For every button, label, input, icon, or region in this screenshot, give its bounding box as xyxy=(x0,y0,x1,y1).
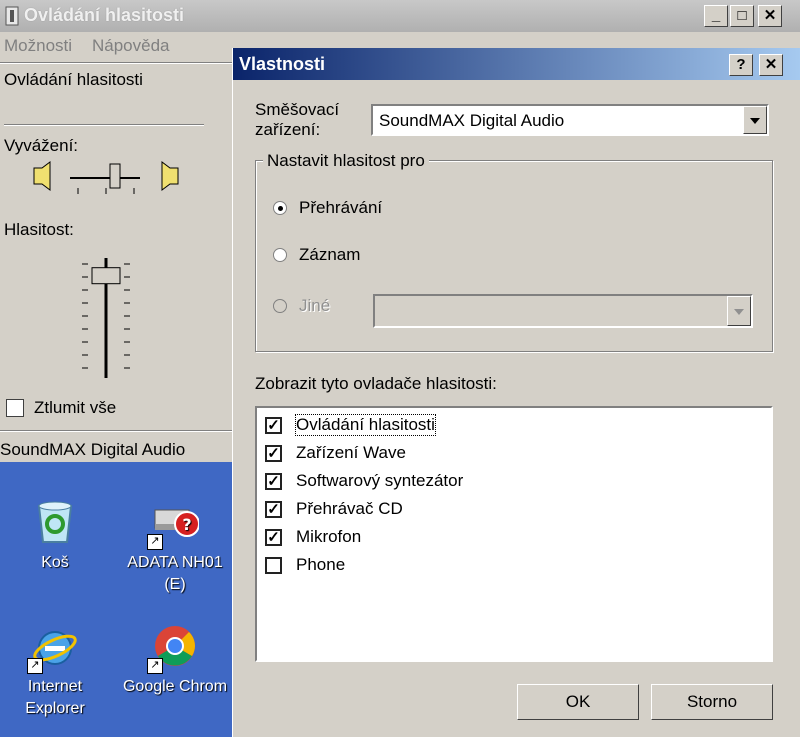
unknown-drive-icon: ? ↗ xyxy=(147,498,200,550)
radio-playback[interactable]: Přehrávání xyxy=(273,198,382,218)
list-item[interactable]: ✓ Zařízení Wave xyxy=(265,440,406,466)
menu-options[interactable]: Možnosti xyxy=(4,36,72,56)
mixer-device-value: SoundMAX Digital Audio xyxy=(379,111,565,130)
list-item[interactable]: ✓ Ovládání hlasitosti xyxy=(265,412,436,438)
chrome-icon: ↗ xyxy=(147,622,199,674)
recycle-bin-label: Koš xyxy=(41,554,69,571)
balance-slider[interactable] xyxy=(30,160,190,204)
cancel-button[interactable]: Storno xyxy=(651,684,773,720)
ok-button[interactable]: OK xyxy=(517,684,639,720)
list-item-label: Ovládání hlasitosti xyxy=(295,414,436,436)
mute-label: Ztlumit vše xyxy=(34,398,117,417)
device-separator xyxy=(0,430,232,432)
desktop-icon-google-chrome[interactable]: ↗ Google Chrom xyxy=(120,622,230,698)
other-dropdown-button[interactable] xyxy=(727,296,751,326)
list-item[interactable]: ✓ Mikrofon xyxy=(265,524,361,550)
volume-window-title: Ovládání hlasitosti xyxy=(24,5,185,25)
device-name: SoundMAX Digital Audio xyxy=(0,440,186,459)
speaker-right-icon xyxy=(161,161,179,191)
list-item-label: Mikrofon xyxy=(296,527,362,546)
volume-for-group-label: Nastavit hlasitost pro xyxy=(263,151,429,171)
list-item-checkbox[interactable]: ✓ xyxy=(265,528,282,546)
radio-other-label: Jiné xyxy=(299,296,331,315)
adata-drive-label-2: (E) xyxy=(164,576,186,593)
list-item-label: Přehrávač CD xyxy=(296,499,403,518)
mixer-label-line1: Směšovací xyxy=(255,100,340,119)
speaker-app-icon xyxy=(5,6,19,26)
mixer-label-line2: zařízení: xyxy=(255,120,321,139)
desktop-icon-adata-drive[interactable]: ? ↗ ADATA NH01 (E) xyxy=(120,498,230,596)
volume-label: Hlasitost: xyxy=(4,220,74,239)
recycle-bin-icon xyxy=(31,498,79,546)
desktop-icon-recycle-bin[interactable]: Koš xyxy=(0,498,110,574)
internet-explorer-icon: ↗ xyxy=(27,622,79,674)
chrome-label: Google Chrom xyxy=(122,678,228,695)
svg-text:?: ? xyxy=(182,515,191,534)
panel-separator xyxy=(4,124,204,126)
volume-window-titlebar[interactable]: Ovládání hlasitosti _ □ ✕ xyxy=(0,0,800,32)
dialog-title: Vlastnosti xyxy=(239,54,326,74)
panel-title: Ovládání hlasitosti xyxy=(4,70,143,89)
chevron-down-icon xyxy=(734,309,744,315)
shortcut-arrow-icon: ↗ xyxy=(147,658,163,674)
mixer-device-label: Směšovací zařízení: xyxy=(255,100,339,140)
dialog-titlebar[interactable]: Vlastnosti ? ✕ xyxy=(233,48,800,80)
list-item-label: Zařízení Wave xyxy=(296,443,406,462)
adata-drive-label-1: ADATA NH01 xyxy=(127,554,223,571)
close-button[interactable]: ✕ xyxy=(758,5,782,27)
other-device-select[interactable] xyxy=(373,294,753,328)
radio-recording-circle[interactable] xyxy=(273,248,287,262)
controls-list[interactable]: ✓ Ovládání hlasitosti ✓ Zařízení Wave ✓ Softw… xyxy=(255,406,773,662)
list-item-label: Softwarový syntezátor xyxy=(296,471,464,490)
volume-slider-thumb xyxy=(91,267,121,285)
ie-label-1: Internet xyxy=(27,678,83,695)
list-item[interactable]: ✓ Softwarový syntezátor xyxy=(265,468,463,494)
list-item[interactable]: Phone xyxy=(265,552,345,578)
list-item-checkbox[interactable]: ✓ xyxy=(265,444,282,462)
chevron-down-icon xyxy=(750,118,760,124)
minimize-button[interactable]: _ xyxy=(704,5,728,27)
dialog-close-button[interactable]: ✕ xyxy=(759,54,783,76)
list-item-checkbox[interactable] xyxy=(265,556,282,574)
balance-label: Vyvážení: xyxy=(4,136,79,155)
menu-separator xyxy=(0,62,232,64)
radio-other[interactable]: Jiné xyxy=(273,296,330,316)
controls-list-label: Zobrazit tyto ovladače hlasitosti: xyxy=(255,374,497,393)
list-item-checkbox[interactable]: ✓ xyxy=(265,472,282,490)
desktop-icon-internet-explorer[interactable]: ↗ Internet Explorer xyxy=(0,622,110,720)
menu-help[interactable]: Nápověda xyxy=(92,36,170,56)
mixer-device-select[interactable]: SoundMAX Digital Audio xyxy=(371,104,769,136)
volume-slider[interactable] xyxy=(76,254,136,384)
help-button[interactable]: ? xyxy=(729,54,753,76)
radio-playback-label: Přehrávání xyxy=(299,198,383,217)
mute-all-checkbox[interactable]: Ztlumit vše xyxy=(6,398,116,418)
radio-playback-circle[interactable] xyxy=(273,201,287,215)
mixer-dropdown-button[interactable] xyxy=(743,106,767,134)
speaker-left-icon xyxy=(33,161,51,191)
list-item[interactable]: ✓ Přehrávač CD xyxy=(265,496,403,522)
radio-recording-label: Záznam xyxy=(299,245,361,264)
mute-checkbox-box[interactable] xyxy=(6,399,24,417)
shortcut-arrow-icon: ↗ xyxy=(147,534,163,550)
list-item-checkbox[interactable]: ✓ xyxy=(265,500,282,518)
radio-other-circle[interactable] xyxy=(273,299,287,313)
radio-recording[interactable]: Záznam xyxy=(273,245,360,265)
maximize-button[interactable]: □ xyxy=(730,5,754,27)
properties-dialog: Vlastnosti ? ✕ Směšovací zařízení: Sound… xyxy=(232,48,800,737)
list-item-checkbox[interactable]: ✓ xyxy=(265,416,282,434)
list-item-label: Phone xyxy=(296,555,346,574)
ie-label-2: Explorer xyxy=(25,700,85,717)
shortcut-arrow-icon: ↗ xyxy=(27,658,43,674)
